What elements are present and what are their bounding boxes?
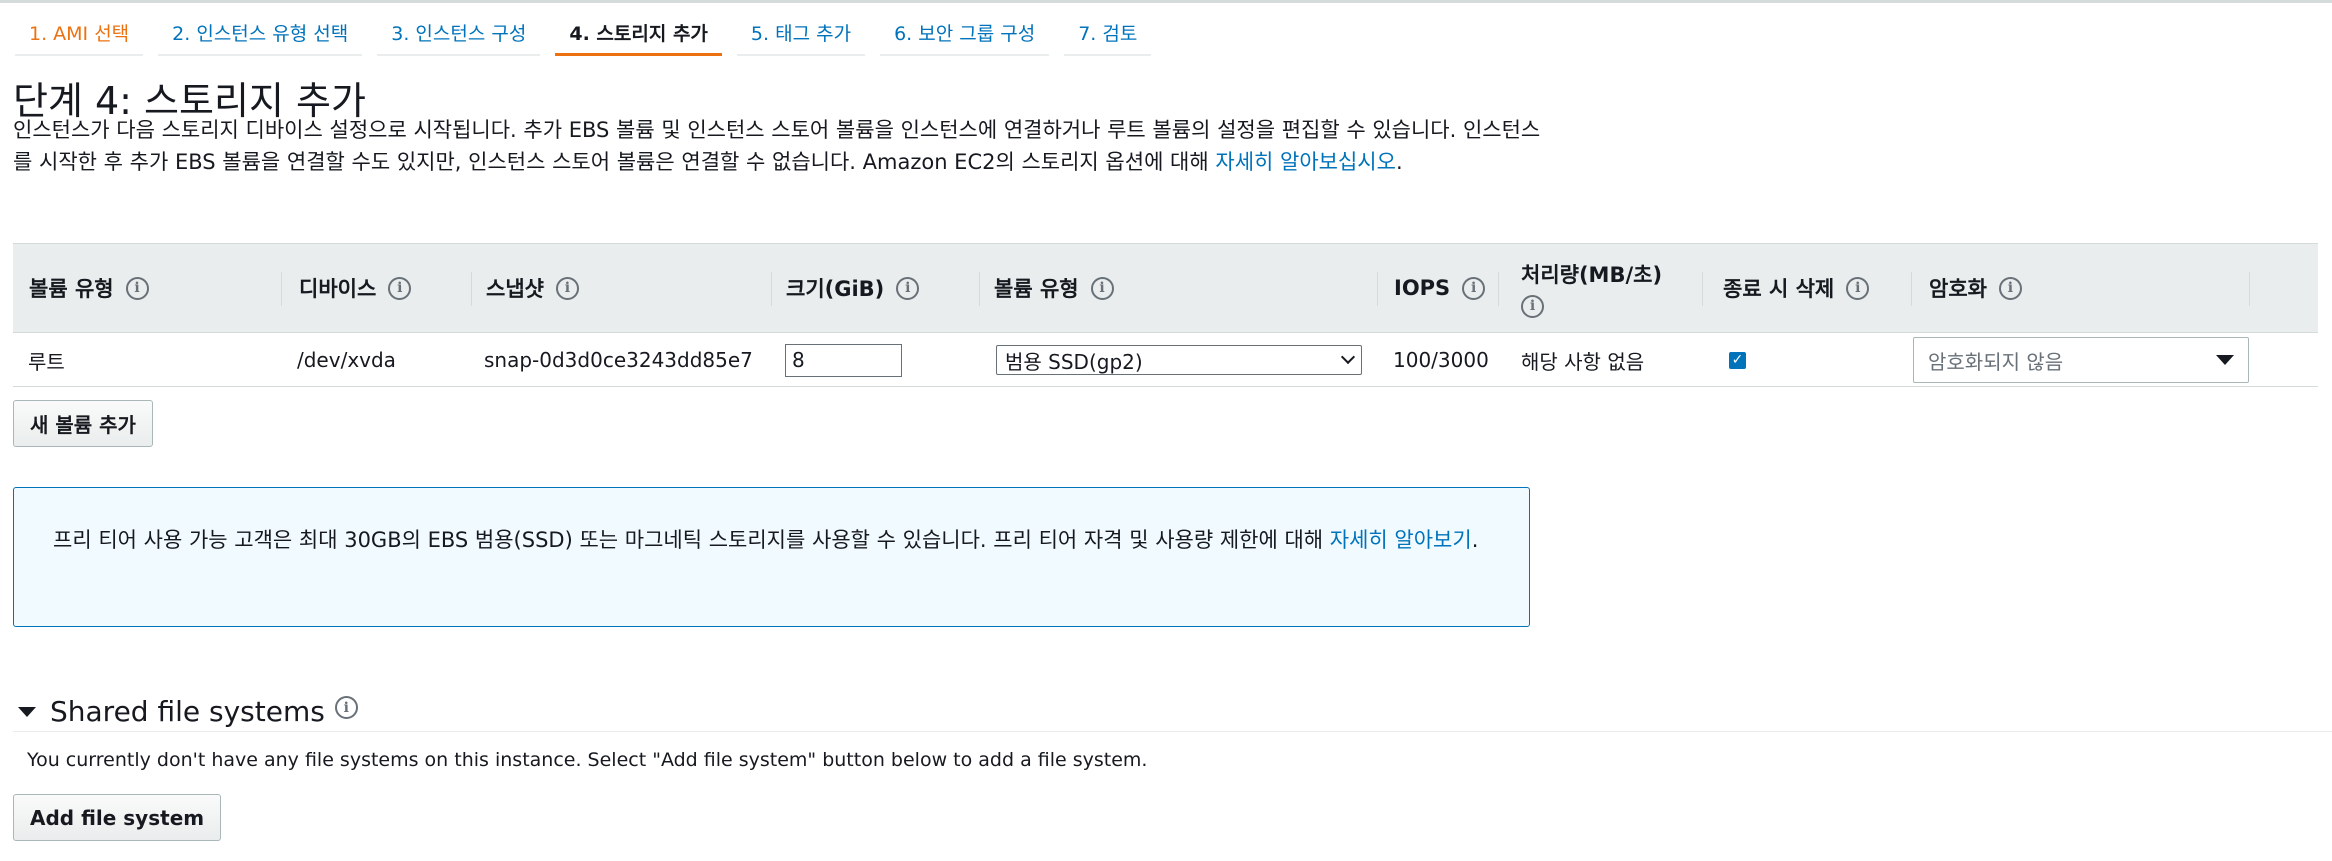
info-icon[interactable]: i xyxy=(334,696,358,719)
tab-add-tags[interactable]: 5. 태그 추가 xyxy=(736,3,866,56)
info-icon[interactable]: i xyxy=(896,276,920,300)
header-ebs-volume-type: 볼륨 유형 i xyxy=(994,244,1114,332)
header-device: 디바이스 i xyxy=(299,244,412,332)
tab-add-storage[interactable]: 4. 스토리지 추가 xyxy=(555,3,722,56)
column-divider xyxy=(1702,272,1703,306)
caret-down-icon xyxy=(2216,355,2234,365)
column-divider xyxy=(1498,272,1499,306)
encryption-select[interactable]: 암호화되지 않음 xyxy=(1913,337,2249,383)
cell-size xyxy=(785,333,902,387)
size-input[interactable] xyxy=(785,343,902,377)
header-iops: IOPS i xyxy=(1394,244,1486,332)
header-label: 종료 시 삭제 xyxy=(1723,277,1835,301)
chevron-down-icon xyxy=(1340,349,1356,365)
column-divider xyxy=(281,272,282,306)
free-tier-period: . xyxy=(1471,528,1479,552)
header-label: 스냅샷 xyxy=(486,277,544,301)
cell-iops: 100/3000 xyxy=(1393,348,1489,372)
intro-text: 인스턴스가 다음 스토리지 디바이스 설정으로 시작됩니다. 추가 EBS 볼륨… xyxy=(13,114,1553,178)
table-row: 루트 /dev/xvda snap-0d3d0ce3243dd85e7 범용 S… xyxy=(13,333,2318,387)
cell-snapshot: snap-0d3d0ce3243dd85e7 xyxy=(484,348,753,372)
column-divider xyxy=(471,272,472,306)
column-divider xyxy=(1911,272,1912,306)
header-size: 크기(GiB) i xyxy=(786,244,920,332)
tab-review[interactable]: 7. 검토 xyxy=(1064,3,1152,56)
column-divider xyxy=(771,272,772,306)
volume-type-select[interactable]: 범용 SSD(gp2) xyxy=(996,345,1362,375)
add-new-volume-button[interactable]: 새 볼륨 추가 xyxy=(13,400,153,447)
header-label: 암호화 xyxy=(1929,277,1987,301)
header-throughput: 처리량(MB/초) i xyxy=(1521,244,1662,332)
header-label: 볼륨 유형 xyxy=(29,277,114,301)
column-divider xyxy=(2249,272,2250,306)
column-divider xyxy=(1377,272,1378,306)
section-title: Shared file systems xyxy=(50,695,325,728)
header-delete-on-termination: 종료 시 삭제 i xyxy=(1723,244,1870,332)
info-icon[interactable]: i xyxy=(1998,276,2022,300)
cell-volume-type: 루트 xyxy=(28,349,65,374)
info-icon[interactable]: i xyxy=(388,276,412,300)
header-encryption: 암호화 i xyxy=(1929,244,2022,332)
header-snapshot: 스냅샷 i xyxy=(486,244,579,332)
info-icon[interactable]: i xyxy=(1090,276,1114,300)
file-systems-description: You currently don't have any file system… xyxy=(27,749,1148,771)
header-label: IOPS xyxy=(1394,276,1451,300)
collapse-triangle-icon xyxy=(18,706,36,717)
cell-delete-on-termination: ✓ xyxy=(1729,333,1746,387)
tab-ami-select[interactable]: 1. AMI 선택 xyxy=(15,3,144,56)
storage-volume-table: 볼륨 유형 i 디바이스 i 스냅샷 i 크기(GiB) i 볼륨 유형 i IOPS i … xyxy=(13,243,2318,387)
encryption-value: 암호화되지 않음 xyxy=(1928,349,2064,374)
info-icon[interactable]: i xyxy=(1846,276,1870,300)
tab-instance-type[interactable]: 2. 인스턴스 유형 선택 xyxy=(158,3,363,56)
learn-more-link[interactable]: 자세히 알아보십시오 xyxy=(1215,150,1396,174)
header-label: 크기(GiB) xyxy=(786,277,885,301)
free-tier-learn-more-link[interactable]: 자세히 알아보기 xyxy=(1330,528,1472,552)
shared-file-systems-header[interactable]: Shared file systems i xyxy=(18,695,358,728)
column-divider xyxy=(979,272,980,306)
cell-ebs-volume-type: 범용 SSD(gp2) xyxy=(996,333,1362,387)
header-label: 처리량(MB/초) xyxy=(1521,262,1663,287)
delete-on-termination-checkbox[interactable]: ✓ xyxy=(1729,351,1746,369)
add-file-system-button[interactable]: Add file system xyxy=(13,794,222,841)
header-volume-type: 볼륨 유형 i xyxy=(29,244,149,332)
free-tier-text: 프리 티어 사용 가능 고객은 최대 30GB의 EBS 범용(SSD) 또는 … xyxy=(53,528,1330,552)
info-icon[interactable]: i xyxy=(1521,294,1544,318)
tab-security-group[interactable]: 6. 보안 그룹 구성 xyxy=(880,3,1050,56)
tab-instance-config[interactable]: 3. 인스턴스 구성 xyxy=(377,3,541,56)
info-icon[interactable]: i xyxy=(1462,276,1486,300)
cell-throughput: 해당 사항 없음 xyxy=(1521,349,1645,374)
table-header: 볼륨 유형 i 디바이스 i 스냅샷 i 크기(GiB) i 볼륨 유형 i IOPS i … xyxy=(13,243,2318,333)
info-icon[interactable]: i xyxy=(555,276,579,300)
section-divider xyxy=(13,731,2332,732)
cell-device: /dev/xvda xyxy=(297,348,396,372)
header-label: 디바이스 xyxy=(299,277,377,301)
cell-encryption: 암호화되지 않음 xyxy=(1913,333,2249,387)
header-label: 볼륨 유형 xyxy=(994,277,1079,301)
free-tier-info-box: 프리 티어 사용 가능 고객은 최대 30GB의 EBS 범용(SSD) 또는 … xyxy=(13,487,1530,627)
wizard-tabs: 1. AMI 선택 2. 인스턴스 유형 선택 3. 인스턴스 구성 4. 스토… xyxy=(15,3,1166,56)
info-icon[interactable]: i xyxy=(125,276,149,300)
intro-period: . xyxy=(1395,150,1403,174)
volume-type-value: 범용 SSD(gp2) xyxy=(1005,349,1143,374)
